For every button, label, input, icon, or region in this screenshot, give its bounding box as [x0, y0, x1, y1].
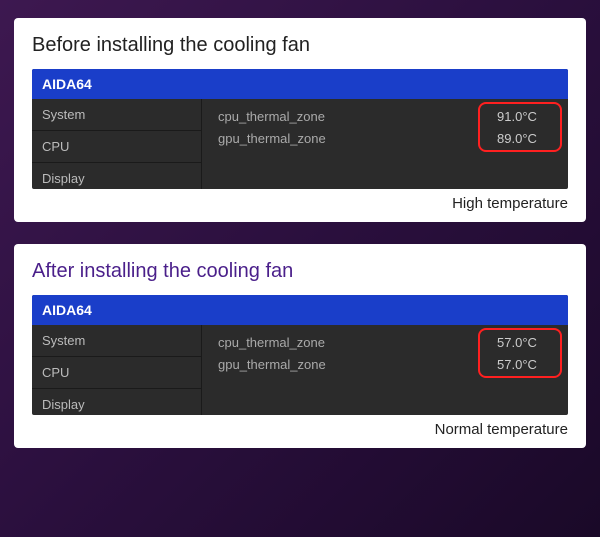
after-caption: Normal temperature: [32, 421, 568, 438]
sidebar-item-display[interactable]: Display: [32, 163, 201, 189]
sidebar-item-display[interactable]: Display: [32, 389, 201, 415]
sidebar-item-cpu[interactable]: CPU: [32, 131, 201, 163]
before-caption: High temperature: [32, 195, 568, 212]
reading-label: gpu_thermal_zone: [218, 131, 482, 146]
reading-label: cpu_thermal_zone: [218, 109, 482, 124]
reading-value: 57.0°C: [482, 357, 552, 372]
after-title: After installing the cooling fan: [32, 260, 568, 283]
reading-label: gpu_thermal_zone: [218, 357, 482, 372]
reading-row-gpu: gpu_thermal_zone 89.0°C: [202, 127, 568, 149]
reading-row-cpu: cpu_thermal_zone 57.0°C: [202, 331, 568, 353]
sidebar: System CPU Display: [32, 325, 202, 415]
reading-label: cpu_thermal_zone: [218, 335, 482, 350]
aida-panel-after: AIDA64 System CPU Display cpu_thermal_zo…: [32, 295, 568, 415]
aida-body: System CPU Display cpu_thermal_zone 91.0…: [32, 99, 568, 189]
sidebar: System CPU Display: [32, 99, 202, 189]
aida-app-name: AIDA64: [32, 295, 568, 325]
sidebar-item-system[interactable]: System: [32, 325, 201, 357]
sidebar-item-cpu[interactable]: CPU: [32, 357, 201, 389]
readings-panel: cpu_thermal_zone 91.0°C gpu_thermal_zone…: [202, 99, 568, 189]
before-card: Before installing the cooling fan AIDA64…: [14, 18, 586, 222]
before-title: Before installing the cooling fan: [32, 34, 568, 57]
reading-row-cpu: cpu_thermal_zone 91.0°C: [202, 105, 568, 127]
after-card: After installing the cooling fan AIDA64 …: [14, 244, 586, 448]
reading-value: 89.0°C: [482, 131, 552, 146]
readings-panel: cpu_thermal_zone 57.0°C gpu_thermal_zone…: [202, 325, 568, 415]
reading-value: 91.0°C: [482, 109, 552, 124]
reading-row-gpu: gpu_thermal_zone 57.0°C: [202, 353, 568, 375]
aida-panel-before: AIDA64 System CPU Display cpu_thermal_zo…: [32, 69, 568, 189]
aida-body: System CPU Display cpu_thermal_zone 57.0…: [32, 325, 568, 415]
aida-app-name: AIDA64: [32, 69, 568, 99]
sidebar-item-system[interactable]: System: [32, 99, 201, 131]
reading-value: 57.0°C: [482, 335, 552, 350]
